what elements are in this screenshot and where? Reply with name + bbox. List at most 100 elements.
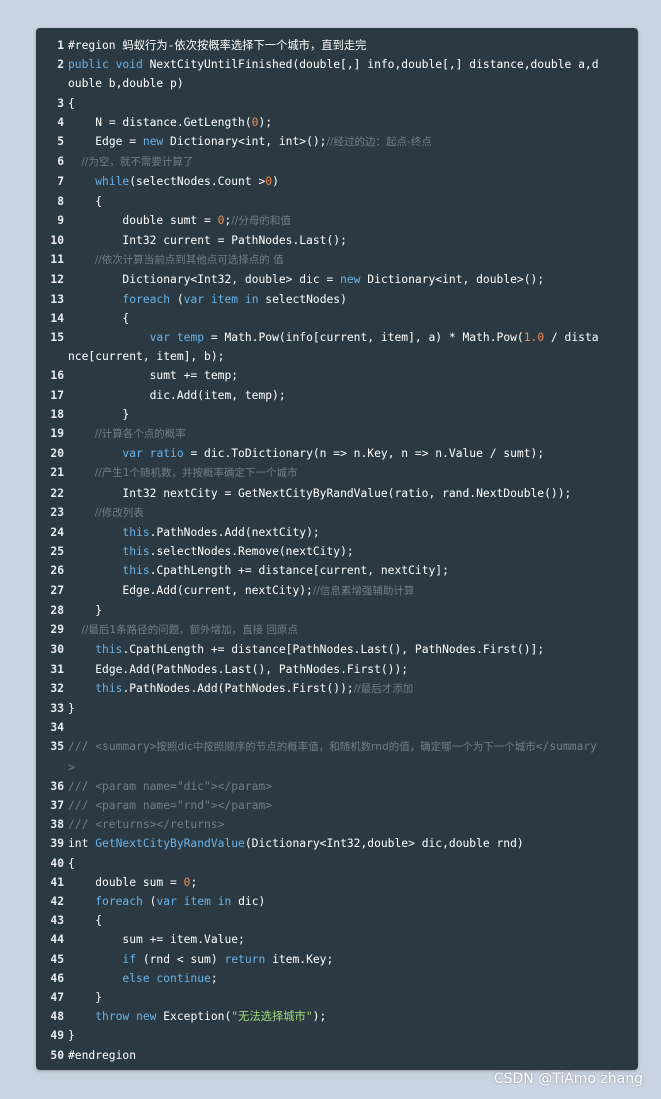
code-token: {	[68, 311, 130, 325]
line-number: 36	[50, 779, 64, 793]
code-token: Exception(	[163, 1010, 232, 1024]
code-token: #endregion	[68, 1048, 137, 1062]
code-text: //产生1个随机数，并按概率确定下一个城市	[68, 463, 600, 483]
code-token: in	[244, 292, 266, 306]
code-text: this.PathNodes.Add(nextCity);	[68, 523, 600, 542]
code-text: //计算各个点的概率	[68, 424, 600, 444]
code-text: public void NextCityUntilFinished(double…	[68, 55, 600, 93]
line-number: 29	[50, 623, 64, 637]
code-token: foreach	[68, 894, 150, 908]
code-token: if	[68, 952, 143, 966]
code-text: #region 蚂蚁行为-依次按概率选择下一个城市，直到走完	[68, 36, 600, 55]
line-number: 1	[57, 39, 64, 52]
line-number: 13	[50, 292, 64, 306]
code-text: N = distance.GetLength(0);	[68, 113, 600, 132]
code-line: 46 else continue;	[36, 969, 638, 988]
code-text: Edge = new Dictionary<int, int>();//经过的边…	[68, 132, 600, 152]
code-token: Int32 nextCity = GetNextCityByRandValue(…	[68, 486, 572, 500]
code-line: 23 //修改列表	[36, 503, 638, 523]
code-line: 9 double sumt = 0;//分母的和值	[36, 211, 638, 231]
code-text: }	[68, 405, 600, 424]
code-token: //为空，就不需要计算了	[68, 156, 194, 169]
code-line: 1 #region 蚂蚁行为-依次按概率选择下一个城市，直到走完	[36, 36, 638, 55]
line-number: 18	[50, 407, 64, 421]
code-token: 按照dic中按照顺序的节点的概率值，和随机数rnd的值，确定哪一个为下一个城市	[156, 741, 536, 754]
code-token: this	[68, 545, 150, 559]
code-text: throw new Exception("无法选择城市");	[68, 1007, 600, 1026]
line-number: 11	[50, 253, 64, 267]
code-line: 20 var ratio = dic.ToDictionary(n => n.K…	[36, 444, 638, 463]
code-token: Dictionary<int, double>();	[367, 273, 545, 287]
line-number: 41	[50, 875, 64, 889]
code-text: Int32 current = PathNodes.Last();	[68, 231, 600, 250]
code-line: 14 {	[36, 309, 638, 328]
line-number: 35	[50, 740, 64, 754]
code-text: }	[68, 1026, 600, 1045]
code-text: }	[68, 988, 600, 1007]
code-token: int	[68, 837, 96, 851]
code-line: 31 Edge.Add(PathNodes.Last(), PathNodes.…	[36, 660, 638, 679]
code-text: /// <returns></returns>	[68, 815, 600, 834]
code-token: Edge =	[68, 135, 143, 149]
code-line: 7 while(selectNodes.Count >0)	[36, 172, 638, 191]
code-token: /// <param name="rnd"></param>	[68, 798, 273, 812]
code-token: var	[183, 292, 211, 306]
code-text: //为空，就不需要计算了	[68, 152, 600, 172]
line-number: 39	[50, 837, 64, 851]
code-line: 21 //产生1个随机数，并按概率确定下一个城市	[36, 463, 638, 483]
code-line: 5 Edge = new Dictionary<int, int>();//经过…	[36, 132, 638, 152]
code-token: while	[68, 175, 130, 189]
code-text: sumt += temp;	[68, 366, 600, 385]
code-line: 40 {	[36, 854, 638, 873]
code-token: in	[217, 894, 239, 908]
code-token: item.Key;	[272, 952, 334, 966]
code-token: Int32 current = PathNodes.Last();	[68, 234, 347, 248]
code-token: new	[142, 135, 171, 149]
code-token: //经过的边：起点-终点	[326, 136, 432, 149]
code-token: Edge.Add(PathNodes.Last(), PathNodes.Fir…	[68, 662, 409, 676]
code-token: );	[312, 1010, 327, 1024]
code-line: 33}	[36, 699, 638, 718]
code-token: }	[68, 603, 103, 617]
code-token: throw new	[68, 1010, 164, 1024]
code-line: 42 foreach (var item in dic)	[36, 892, 638, 911]
code-line: 37 /// <param name="rnd"></param>	[36, 796, 638, 815]
line-number: 50	[50, 1048, 64, 1062]
line-number: 3	[57, 96, 64, 110]
code-text: {	[68, 854, 600, 873]
code-text: dic.Add(item, temp);	[68, 386, 600, 405]
code-token: double sumt =	[68, 213, 218, 227]
line-number: 37	[50, 798, 64, 812]
line-number: 26	[50, 564, 64, 578]
line-number: 40	[50, 856, 64, 870]
code-text: int GetNextCityByRandValue(Dictionary<In…	[68, 834, 600, 853]
code-token: dic)	[238, 894, 266, 908]
code-token: this	[68, 681, 123, 695]
code-line: 43 {	[36, 911, 638, 930]
code-token: ;	[190, 875, 198, 889]
line-number: 15	[50, 331, 64, 345]
line-number: 17	[50, 388, 64, 402]
code-text: double sumt = 0;//分母的和值	[68, 211, 600, 231]
line-number: 23	[50, 505, 64, 519]
line-number: 33	[50, 701, 64, 715]
code-line: 18 }	[36, 405, 638, 424]
code-token: this	[68, 564, 150, 578]
code-line: 3{	[36, 94, 638, 113]
code-text: Edge.Add(PathNodes.Last(), PathNodes.Fir…	[68, 660, 600, 679]
code-token: /// <param name="dic"></param>	[68, 779, 273, 793]
code-token: temp	[176, 331, 211, 345]
code-text: if (rnd < sum) return item.Key;	[68, 950, 600, 969]
code-line: 8 {	[36, 192, 638, 211]
code-line: 32 this.PathNodes.Add(PathNodes.First())…	[36, 679, 638, 699]
code-token: }	[68, 990, 103, 1004]
code-line: 27 Edge.Add(current, nextCity);//信息素增强辅助…	[36, 581, 638, 601]
line-number: 43	[50, 914, 64, 928]
code-text: foreach (var item in dic)	[68, 892, 600, 911]
code-text: #endregion	[68, 1046, 600, 1065]
code-token: /// <returns></returns>	[68, 818, 225, 832]
code-line: 36 /// <param name="dic"></param>	[36, 777, 638, 796]
line-number: 19	[50, 427, 64, 441]
code-token: GetNextCityByRandValue	[95, 837, 245, 851]
code-line: 41 double sum = 0;	[36, 873, 638, 892]
